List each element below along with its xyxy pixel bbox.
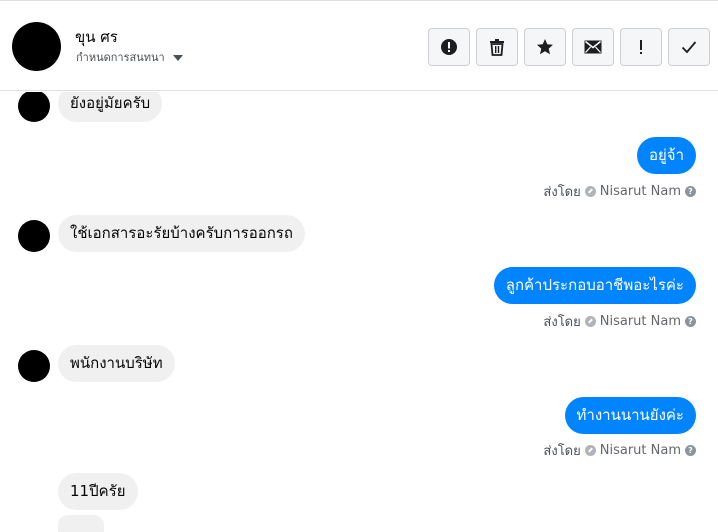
seen-check-icon — [584, 316, 596, 327]
mark-unread-button[interactable] — [572, 28, 614, 66]
incoming-message[interactable]: ยังอยู่มัยครับ — [58, 92, 163, 122]
sender-avatar[interactable] — [18, 92, 50, 122]
message-thread[interactable]: ยังอยู่มัยครับ อยู่จ้า ส่งโดย Nisarut Na… — [0, 92, 718, 532]
sent-by-info: ส่งโดย Nisarut Nam ? — [543, 181, 696, 202]
help-icon[interactable]: ? — [685, 316, 696, 327]
seen-check-icon — [584, 186, 596, 197]
outgoing-message[interactable]: อยู่จ้า — [636, 137, 696, 174]
delete-button[interactable] — [476, 28, 518, 66]
conversation-header: ขุน ศร กำหนดการสนทนา — [0, 0, 718, 91]
envelope-icon — [584, 40, 602, 54]
incoming-message-partial[interactable] — [58, 515, 104, 532]
report-button[interactable] — [620, 28, 662, 66]
exclamation-icon — [640, 40, 642, 54]
header-action-toolbar — [428, 28, 710, 66]
sender-avatar[interactable] — [18, 220, 50, 252]
conversation-settings-label: กำหนดการสนทนา — [76, 51, 165, 64]
help-icon[interactable]: ? — [685, 186, 696, 197]
sent-by-info: ส่งโดย Nisarut Nam ? — [543, 440, 696, 461]
outgoing-message[interactable]: ลูกค้าประกอบอาชีพอะไรค่ะ — [493, 267, 696, 304]
sent-by-label: ส่งโดย — [543, 315, 581, 330]
caret-down-icon — [172, 54, 183, 61]
sender-name[interactable]: Nisarut Nam — [600, 184, 681, 199]
star-button[interactable] — [524, 28, 566, 66]
help-icon[interactable]: ? — [685, 445, 696, 456]
incoming-message[interactable]: 11ปีครัย — [58, 473, 138, 510]
seen-check-icon — [584, 445, 596, 456]
sender-name[interactable]: Nisarut Nam — [600, 443, 681, 458]
contact-avatar[interactable] — [12, 22, 61, 71]
trash-icon — [490, 39, 504, 56]
sent-by-label: ส่งโดย — [543, 185, 581, 200]
alert-circle-icon — [441, 39, 457, 55]
star-icon — [537, 39, 553, 55]
sent-by-info: ส่งโดย Nisarut Nam ? — [543, 311, 696, 332]
mark-spam-button[interactable] — [428, 28, 470, 66]
conversation-settings-dropdown[interactable]: กำหนดการสนทนา — [76, 48, 183, 66]
mark-done-button[interactable] — [668, 28, 710, 66]
contact-name[interactable]: ขุน ศร — [75, 25, 118, 49]
sent-by-label: ส่งโดย — [543, 444, 581, 459]
incoming-message[interactable]: ใช้เอกสารอะรัยบ้างครับการออกรถ — [58, 215, 305, 252]
sender-avatar[interactable] — [18, 350, 50, 382]
sender-name[interactable]: Nisarut Nam — [600, 314, 681, 329]
outgoing-message[interactable]: ทำงานนานยังค่ะ — [564, 397, 696, 434]
incoming-message[interactable]: พนักงานบริษัท — [58, 345, 175, 382]
checkmark-icon — [681, 41, 697, 54]
